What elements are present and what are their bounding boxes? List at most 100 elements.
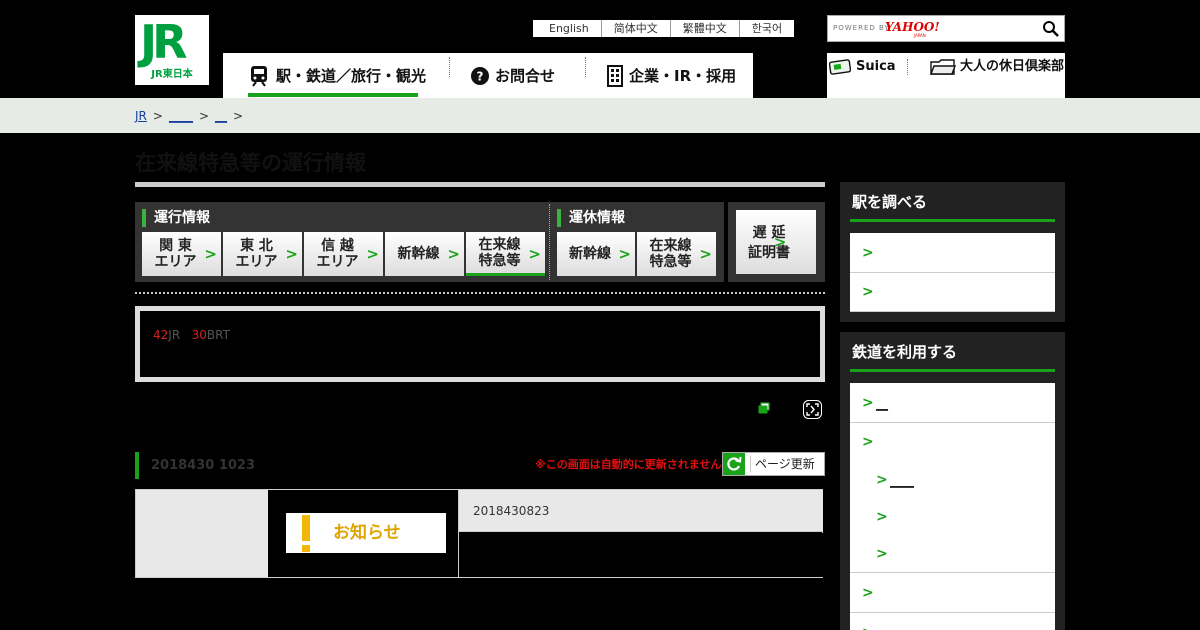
tab-shinkansen[interactable]: 新幹線 >: [385, 232, 464, 276]
sidebar-railway-subitem[interactable]: >: [850, 499, 1055, 535]
lang-english[interactable]: English: [533, 20, 601, 37]
window-icon[interactable]: [758, 402, 770, 414]
service-nav: Suica 大人の休日倶楽部: [827, 53, 1065, 98]
gnav-divider: [585, 57, 586, 77]
gnav-station-railway[interactable]: 駅・鉄道／旅行・観光: [248, 53, 426, 98]
tab-shinkansen-label: 新幹線: [397, 246, 440, 262]
suica-label: Suica: [856, 59, 896, 74]
train-icon: [251, 65, 267, 87]
delay-certificate-panel: 遅 延 証明書 >: [728, 202, 825, 282]
delay-certificate-button[interactable]: 遅 延 証明書 >: [736, 210, 816, 274]
page-refresh-button[interactable]: ページ更新: [722, 452, 825, 476]
breadcrumb-separator: >: [198, 109, 210, 123]
sidebar-station-heading: 駅を調べる: [852, 193, 928, 211]
chevron-right-icon: >: [862, 624, 874, 630]
lang-traditional-chinese[interactable]: 繁體中文: [669, 20, 739, 37]
area-tabs-panel: 運行情報 関 東 エリア > 東 北 エリア > 信 越 エリア > 新幹線 > 在来線…: [135, 202, 724, 282]
exclamation-icon: [302, 515, 310, 541]
title-underline: [135, 182, 825, 187]
exclamation-dot: [302, 545, 310, 552]
building-icon: [607, 64, 623, 87]
powered-by-label: POWERED BY: [833, 24, 890, 32]
expand-icon[interactable]: [803, 400, 822, 419]
svg-text:?: ?: [477, 69, 484, 83]
chevron-right-icon: >: [528, 245, 541, 263]
tab-suspension-limited-express-label: 在来線 特急等: [649, 238, 692, 270]
tab-kanto-area[interactable]: 関 東 エリア >: [142, 232, 221, 276]
sidebar-railway-item-label: __: [876, 396, 888, 411]
notice-badge: お知らせ: [286, 513, 446, 553]
site-search-input[interactable]: POWERED BY YAHOO! JAPAN: [827, 15, 1065, 42]
breadcrumb-bar: JR > ____ > __ >: [0, 98, 1200, 133]
refresh-icon: [723, 453, 745, 475]
breadcrumb-level3[interactable]: __: [215, 108, 227, 124]
sidebar-railway-heading: 鉄道を利用する: [852, 343, 958, 361]
table-cell-badge: お知らせ: [268, 490, 459, 577]
summary-box: 42JR 30BRT: [135, 306, 825, 382]
chevron-right-icon: >: [699, 245, 712, 263]
tab-shinetsu-area[interactable]: 信 越 エリア >: [304, 232, 383, 276]
otona-club-link[interactable]: 大人の休日倶楽部: [930, 53, 1064, 81]
summary-text: 42JR 30BRT: [153, 327, 230, 343]
tab-limited-express[interactable]: 在来線 特急等 >: [466, 232, 545, 276]
jr-count: 42: [153, 328, 169, 342]
sidebar-railway-panel: 鉄道を利用する > __ > > ____ > > > >: [840, 332, 1065, 630]
jr-east-logo[interactable]: JR JR東日本: [135, 15, 209, 85]
chevron-right-icon: >: [618, 245, 631, 263]
sidebar-railway-item[interactable]: >: [850, 613, 1055, 630]
chevron-right-icon: >: [773, 233, 787, 251]
sidebar-railway-item[interactable]: >: [850, 423, 1055, 461]
help-icon: ?: [471, 66, 489, 85]
tab-group-divider: [549, 204, 550, 280]
update-timestamp: 2018430 1023: [151, 458, 256, 473]
chevron-right-icon: >: [862, 394, 874, 411]
lang-korean[interactable]: 한국어: [738, 20, 794, 37]
gnav-corporate[interactable]: 企業・IR・採用: [607, 53, 736, 98]
breadcrumb: JR > ____ > __ >: [135, 108, 243, 124]
info-table: お知らせ 2018430823: [135, 489, 823, 578]
tab-kanto-label: 関 東 エリア: [154, 238, 197, 270]
breadcrumb-level2[interactable]: ____: [169, 108, 193, 124]
sidebar-heading-rule: [850, 369, 1055, 372]
sidebar-station-item[interactable]: >: [850, 273, 1055, 312]
sidebar-railway-item[interactable]: >: [850, 573, 1055, 613]
yahoo-logo: YAHOO!: [885, 20, 940, 34]
logo-text: JR東日本: [151, 69, 193, 80]
notice-date: 2018430823: [473, 504, 550, 518]
suica-link[interactable]: Suica: [829, 53, 896, 81]
brt-count: 30: [191, 328, 207, 342]
chevron-right-icon: >: [862, 434, 874, 450]
notice-badge-label: お知らせ: [333, 523, 401, 543]
chevron-right-icon: >: [862, 284, 874, 300]
chevron-right-icon: >: [285, 245, 298, 263]
suspension-info-heading: 運休情報: [557, 209, 625, 227]
gnav-contact-label: お問合せ: [495, 66, 556, 85]
gnav-station-railway-label: 駅・鉄道／旅行・観光: [276, 66, 427, 85]
subnav-divider: [907, 59, 908, 75]
lang-simplified-chinese[interactable]: 简体中文: [600, 20, 670, 37]
tab-tohoku-area[interactable]: 東 北 エリア >: [223, 232, 302, 276]
otona-club-label: 大人の休日倶楽部: [960, 59, 1065, 74]
gnav-corporate-label: 企業・IR・採用: [629, 66, 737, 85]
yahoo-japan-label: JAPAN: [914, 33, 926, 38]
table-cell-date: 2018430823: [459, 490, 823, 532]
sidebar-railway-group: > > ____ > >: [850, 423, 1055, 573]
breadcrumb-home[interactable]: JR: [135, 108, 147, 124]
breadcrumb-separator: >: [233, 109, 244, 123]
sidebar-station-item[interactable]: >: [850, 233, 1055, 273]
sidebar-railway-subitem[interactable]: >: [850, 535, 1055, 573]
gnav-contact[interactable]: ? お問合せ: [471, 53, 555, 98]
sidebar-railway-subitem[interactable]: > ____: [850, 461, 1055, 499]
chevron-right-icon: >: [447, 245, 460, 263]
search-icon[interactable]: [1042, 20, 1060, 38]
sidebar-heading-rule: [850, 219, 1055, 222]
chevron-right-icon: >: [876, 509, 888, 525]
tab-tohoku-label: 東 北 エリア: [235, 238, 278, 270]
tab-suspension-limited-express[interactable]: 在来線 特急等 >: [637, 232, 716, 276]
folder-icon: [930, 59, 956, 75]
auto-update-notice: ※この画面は自動的に更新されません: [535, 458, 722, 471]
language-menu: English 简体中文 繁體中文 한국어: [533, 20, 795, 37]
sidebar-station-panel: 駅を調べる > >: [840, 182, 1065, 322]
tab-suspension-shinkansen[interactable]: 新幹線 >: [557, 232, 635, 276]
sidebar-railway-item[interactable]: > __: [850, 383, 1055, 423]
